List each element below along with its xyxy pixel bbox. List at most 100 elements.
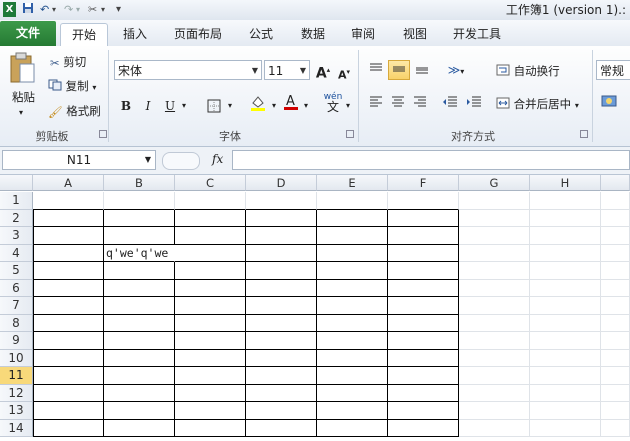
cell-a3[interactable] — [33, 227, 104, 245]
cell-a14[interactable] — [33, 419, 104, 437]
cell-f2[interactable] — [388, 209, 459, 227]
cell-c8[interactable] — [175, 314, 246, 332]
cell-e14[interactable] — [317, 419, 388, 437]
grow-font-button[interactable]: A▴ — [314, 60, 332, 82]
column-header-g[interactable]: G — [459, 175, 530, 191]
cell-e7[interactable] — [317, 297, 388, 315]
cell-d3[interactable] — [246, 227, 317, 245]
cell-d7[interactable] — [246, 297, 317, 315]
cell-e10[interactable] — [317, 349, 388, 367]
cell-b12[interactable] — [104, 384, 175, 402]
cell-g6[interactable] — [459, 279, 530, 297]
font-name-combo[interactable]: 宋体 ▼ — [114, 60, 262, 80]
formula-input[interactable] — [232, 150, 630, 170]
cell-c5[interactable] — [175, 262, 246, 280]
cell-d14[interactable] — [246, 419, 317, 437]
cell-c1[interactable] — [175, 192, 246, 210]
cell-g4[interactable] — [459, 244, 530, 262]
customize-toolbar-icon[interactable]: ▾ — [116, 2, 121, 17]
cell-g7[interactable] — [459, 297, 530, 315]
cell-b9[interactable] — [104, 332, 175, 350]
column-header-a[interactable]: A — [33, 175, 104, 191]
cell-g5[interactable] — [459, 262, 530, 280]
cell-e2[interactable] — [317, 209, 388, 227]
tab-home[interactable]: 开始 — [60, 23, 108, 47]
cell-h9[interactable] — [530, 332, 601, 350]
bold-button[interactable]: B — [118, 96, 134, 116]
cell-a7[interactable] — [33, 297, 104, 315]
phonetic-button[interactable]: wén 文 — [322, 92, 344, 113]
cell-f4[interactable] — [388, 244, 459, 262]
cell-a11[interactable] — [33, 367, 104, 385]
cell-b13[interactable] — [104, 402, 175, 420]
align-right-button[interactable] — [410, 94, 430, 114]
column-header-b[interactable]: B — [104, 175, 175, 191]
cell-e3[interactable] — [317, 227, 388, 245]
fill-color-button[interactable] — [248, 94, 268, 114]
tab-page-layout[interactable]: 页面布局 — [166, 23, 230, 45]
phonetic-dropdown-icon[interactable]: ▾ — [344, 96, 352, 116]
cell-d2[interactable] — [246, 209, 317, 227]
name-box[interactable]: N11 ▼ — [2, 150, 156, 170]
cell-g14[interactable] — [459, 419, 530, 437]
undo-icon[interactable]: ↶ — [40, 2, 49, 17]
cell-a8[interactable] — [33, 314, 104, 332]
cell-g2[interactable] — [459, 209, 530, 227]
cell-e5[interactable] — [317, 262, 388, 280]
cell-h5[interactable] — [530, 262, 601, 280]
row-header-1[interactable]: 1 — [0, 192, 33, 210]
tab-developer[interactable]: 开发工具 — [444, 23, 510, 45]
cell-d13[interactable] — [246, 402, 317, 420]
tab-file[interactable]: 文件 — [0, 21, 56, 46]
cell-h7[interactable] — [530, 297, 601, 315]
cell-b3[interactable] — [104, 227, 175, 245]
cell-c9[interactable] — [175, 332, 246, 350]
cell-h10[interactable] — [530, 349, 601, 367]
cell-b7[interactable] — [104, 297, 175, 315]
clipboard-launcher-icon[interactable] — [99, 130, 107, 138]
column-header-e[interactable]: E — [317, 175, 388, 191]
cell-h8[interactable] — [530, 314, 601, 332]
tools-icon[interactable]: ✂ — [88, 2, 97, 17]
align-middle-button[interactable] — [388, 60, 410, 80]
cell-a5[interactable] — [33, 262, 104, 280]
tab-insert[interactable]: 插入 — [112, 23, 158, 45]
cell-h6[interactable] — [530, 279, 601, 297]
redo-dropdown-icon[interactable]: ▾ — [76, 2, 80, 17]
cell-g3[interactable] — [459, 227, 530, 245]
row-header-6[interactable]: 6 — [0, 279, 33, 297]
undo-dropdown-icon[interactable]: ▾ — [52, 2, 56, 17]
row-header-11[interactable]: 11 — [0, 367, 33, 385]
cell-a6[interactable] — [33, 279, 104, 297]
cell-b11[interactable] — [104, 367, 175, 385]
wrap-text-button[interactable]: 自动换行 — [496, 62, 560, 81]
cell-d1[interactable] — [246, 192, 317, 210]
merge-center-button[interactable]: 合并后居中 ▾ — [496, 95, 579, 115]
cell-g10[interactable] — [459, 349, 530, 367]
fill-color-dropdown-icon[interactable]: ▾ — [270, 96, 278, 116]
row-header-3[interactable]: 3 — [0, 227, 33, 245]
cell-h11[interactable] — [530, 367, 601, 385]
cell-a10[interactable] — [33, 349, 104, 367]
cell-g9[interactable] — [459, 332, 530, 350]
cell-a9[interactable] — [33, 332, 104, 350]
cell-g12[interactable] — [459, 384, 530, 402]
border-dropdown-icon[interactable]: ▾ — [226, 96, 234, 116]
cell-c7[interactable] — [175, 297, 246, 315]
cell-f6[interactable] — [388, 279, 459, 297]
cell-f7[interactable] — [388, 297, 459, 315]
cell-e11[interactable] — [317, 367, 388, 385]
cell-f10[interactable] — [388, 349, 459, 367]
underline-button[interactable]: U — [162, 96, 178, 116]
cell-h3[interactable] — [530, 227, 601, 245]
cell-f14[interactable] — [388, 419, 459, 437]
cell-e8[interactable] — [317, 314, 388, 332]
italic-button[interactable]: I — [140, 96, 156, 116]
cell-d10[interactable] — [246, 349, 317, 367]
cell-c3[interactable] — [175, 227, 246, 245]
decrease-indent-button[interactable] — [440, 94, 460, 114]
cell-c2[interactable] — [175, 209, 246, 227]
cell-f5[interactable] — [388, 262, 459, 280]
redo-icon[interactable]: ↷ — [64, 2, 73, 17]
cell-b5[interactable] — [104, 262, 175, 280]
